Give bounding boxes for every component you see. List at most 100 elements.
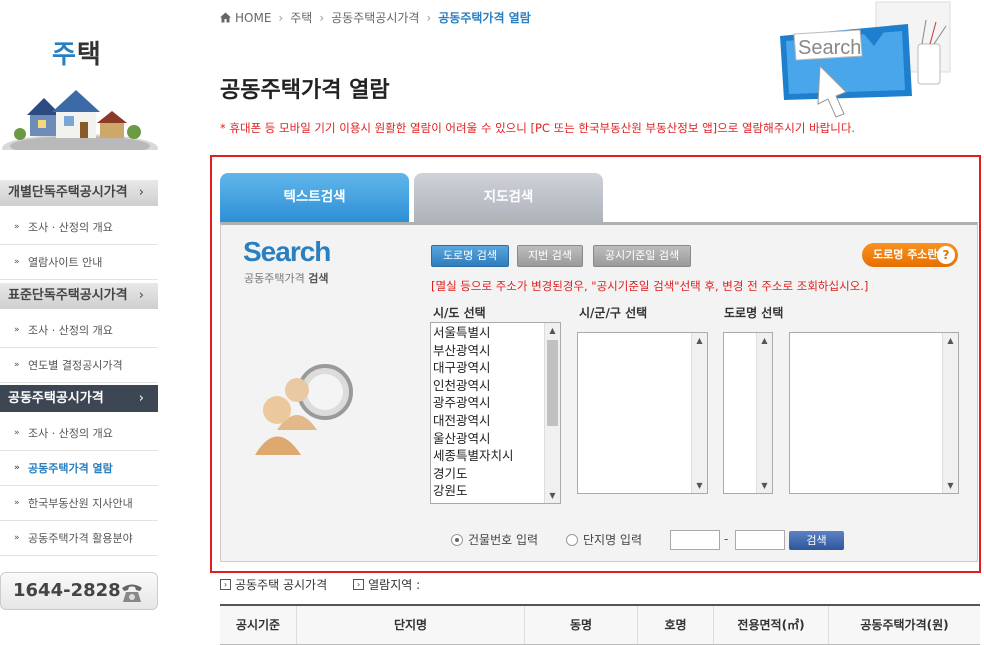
col-announcement-basis: 공시기준 bbox=[220, 606, 297, 644]
chevron-right-icon: › bbox=[138, 288, 144, 303]
building-number-main-input[interactable] bbox=[670, 530, 720, 550]
breadcrumb-separator: › bbox=[426, 10, 432, 25]
bullet-icon: » bbox=[14, 498, 20, 508]
col-building-name: 동명 bbox=[525, 606, 638, 644]
deco-search-text: Search bbox=[798, 37, 861, 59]
sido-option[interactable]: 세종특별자치시 bbox=[433, 447, 560, 465]
sidebar-item-standard-yearly[interactable]: » 연도별 결정공시가격 bbox=[0, 348, 158, 383]
sidebar-item-apartment-view[interactable]: » 공동주택가격 열람 bbox=[0, 451, 158, 486]
telephone-icon bbox=[122, 584, 142, 602]
sidebar-item-branches[interactable]: » 한국부동산원 지사안내 bbox=[0, 486, 158, 521]
search-monitor-illustration: Search bbox=[780, 1, 951, 118]
sido-option[interactable]: 광주광역시 bbox=[433, 394, 560, 412]
col-price: 공동주택가격(원) bbox=[860, 618, 949, 632]
building-number-sub-input[interactable] bbox=[735, 530, 785, 550]
sido-option[interactable]: 대전광역시 bbox=[433, 412, 560, 430]
phone-number-box: 1644-2828 bbox=[0, 572, 158, 610]
road-initial-select-list[interactable]: ▲ ▼ bbox=[723, 332, 773, 494]
breadcrumb-apartment-price[interactable]: 공동주택공시가격 bbox=[331, 9, 419, 26]
box-arrow-icon: › bbox=[220, 579, 231, 590]
menu-section-individual[interactable]: 개별단독주택공시가격 › bbox=[0, 180, 158, 206]
people-magnifier-illustration bbox=[255, 364, 353, 455]
bullet-icon: » bbox=[14, 428, 20, 438]
box-arrow-icon: › bbox=[353, 579, 365, 590]
apartment-price-link[interactable]: › 공동주택 공시가격 bbox=[220, 576, 327, 593]
radio-icon[interactable] bbox=[566, 533, 578, 546]
tab-text-search[interactable]: 텍스트검색 bbox=[220, 173, 409, 222]
sigungu-scrollbar[interactable]: ▲ ▼ bbox=[691, 333, 707, 493]
search-logo: Search bbox=[243, 236, 331, 267]
bullet-icon: » bbox=[14, 533, 20, 543]
scroll-down-icon[interactable]: ▼ bbox=[943, 478, 958, 493]
sidebar-item-apartment-overview[interactable]: » 조사 · 산정의 개요 bbox=[0, 416, 158, 451]
lot-number-search-button[interactable]: 지번 검색 bbox=[517, 245, 583, 267]
home-icon bbox=[220, 12, 231, 23]
breadcrumb-home[interactable]: HOME bbox=[235, 11, 271, 25]
scroll-up-icon[interactable]: ▲ bbox=[943, 333, 958, 348]
road-address-help-button[interactable]: 도로명 주소란? bbox=[862, 243, 958, 267]
question-icon: ? bbox=[937, 246, 955, 264]
breadcrumb-separator: › bbox=[278, 10, 284, 25]
breadcrumb: HOME › 주택 › 공동주택공시가격 › 공동주택가격 열람 bbox=[220, 9, 531, 26]
result-table-header: 공시기준 단지명 동명 호명 전용면적(㎡) 공동주택가격(원) bbox=[220, 604, 980, 645]
result-links: › 공동주택 공시가격 › 열람지역 : bbox=[220, 576, 446, 593]
col-area: 전용면적(㎡) bbox=[714, 606, 829, 644]
scroll-up-icon[interactable]: ▲ bbox=[692, 333, 707, 348]
breadcrumb-current: 공동주택가격 열람 bbox=[438, 11, 531, 25]
sido-option[interactable]: 인천광역시 bbox=[433, 377, 560, 395]
col-unit-name: 호명 bbox=[638, 606, 714, 644]
tab-map-search[interactable]: 지도검색 bbox=[414, 173, 603, 222]
view-region-link[interactable]: › 열람지역 : bbox=[353, 576, 420, 593]
scroll-up-icon[interactable]: ▲ bbox=[757, 333, 772, 348]
sido-scrollbar[interactable]: ▲ ▼ bbox=[544, 323, 560, 503]
sido-option[interactable]: 대구광역시 bbox=[433, 359, 560, 377]
bullet-icon: » bbox=[14, 325, 20, 335]
breadcrumb-separator: › bbox=[319, 10, 325, 25]
sidebar-item-individual-overview[interactable]: » 조사 · 산정의 개요 bbox=[0, 210, 158, 245]
bullet-icon: » bbox=[14, 257, 20, 267]
road-label: 도로명 선택 bbox=[724, 306, 784, 320]
road-scrollbar[interactable]: ▲ ▼ bbox=[942, 333, 958, 493]
page-title: 공동주택가격 열람 bbox=[220, 78, 390, 103]
scroll-down-icon[interactable]: ▼ bbox=[692, 478, 707, 493]
sido-label: 시/도 선택 bbox=[433, 306, 486, 320]
bullet-icon: » bbox=[14, 222, 20, 232]
col-complex-name: 단지명 bbox=[297, 606, 525, 644]
sido-option[interactable]: 서울특별시 bbox=[433, 324, 560, 342]
chevron-right-icon: › bbox=[138, 185, 144, 200]
sido-select-list[interactable]: 서울특별시 부산광역시 대구광역시 인천광역시 광주광역시 대전광역시 울산광역… bbox=[430, 322, 561, 504]
sido-option[interactable]: 경기도 bbox=[433, 465, 560, 483]
mobile-notice: * 휴대폰 등 모바일 기기 이용시 원활한 열람이 어려울 수 있으니 [PC… bbox=[220, 121, 856, 135]
sigungu-label: 시/군/구 선택 bbox=[579, 306, 648, 320]
sidebar-title: 주택 bbox=[52, 40, 102, 70]
menu-section-apartment[interactable]: 공동주택공시가격 › bbox=[0, 385, 158, 412]
announcement-date-search-button[interactable]: 공시기준일 검색 bbox=[593, 245, 691, 267]
radio-icon[interactable] bbox=[451, 533, 463, 546]
scroll-thumb[interactable] bbox=[547, 340, 558, 426]
houses-illustration bbox=[2, 90, 158, 150]
radio-complex-name[interactable]: 단지명 입력 bbox=[566, 531, 642, 548]
scroll-up-icon[interactable]: ▲ bbox=[545, 323, 560, 338]
chevron-right-icon: › bbox=[138, 391, 144, 406]
address-change-hint: [멸실 등으로 주소가 변경된경우, "공시기준일 검색"선택 후, 변경 전 … bbox=[431, 279, 869, 293]
radio-building-number[interactable]: 건물번호 입력 bbox=[451, 531, 538, 548]
scroll-down-icon[interactable]: ▼ bbox=[545, 488, 560, 503]
road-select-list[interactable]: ▲ ▼ bbox=[789, 332, 959, 494]
bullet-icon: » bbox=[14, 360, 20, 370]
road-name-search-button[interactable]: 도로명 검색 bbox=[431, 245, 509, 267]
search-button[interactable]: 검색 bbox=[789, 531, 844, 550]
sigungu-select-list[interactable]: ▲ ▼ bbox=[577, 332, 708, 494]
road-initial-scrollbar[interactable]: ▲ ▼ bbox=[756, 333, 772, 493]
breadcrumb-housing[interactable]: 주택 bbox=[290, 9, 312, 26]
sidebar-item-standard-overview[interactable]: » 조사 · 산정의 개요 bbox=[0, 313, 158, 348]
sidebar: 주택 개별단독주택공시가격 › » 조사 · 산정의 개요 » 열람사이트 안내 표준… bbox=[0, 0, 160, 645]
sidebar-item-individual-sites[interactable]: » 열람사이트 안내 bbox=[0, 245, 158, 280]
menu-section-standard[interactable]: 표준단독주택공시가격 › bbox=[0, 283, 158, 309]
sido-option[interactable]: 울산광역시 bbox=[433, 430, 560, 448]
sido-option[interactable]: 강원도 bbox=[433, 482, 560, 500]
sido-option[interactable]: 부산광역시 bbox=[433, 342, 560, 360]
search-subtitle: 공동주택가격 검색 bbox=[244, 272, 329, 285]
bullet-icon: » bbox=[14, 463, 20, 473]
scroll-down-icon[interactable]: ▼ bbox=[757, 478, 772, 493]
sidebar-item-usage[interactable]: » 공동주택가격 활용분야 bbox=[0, 521, 158, 556]
